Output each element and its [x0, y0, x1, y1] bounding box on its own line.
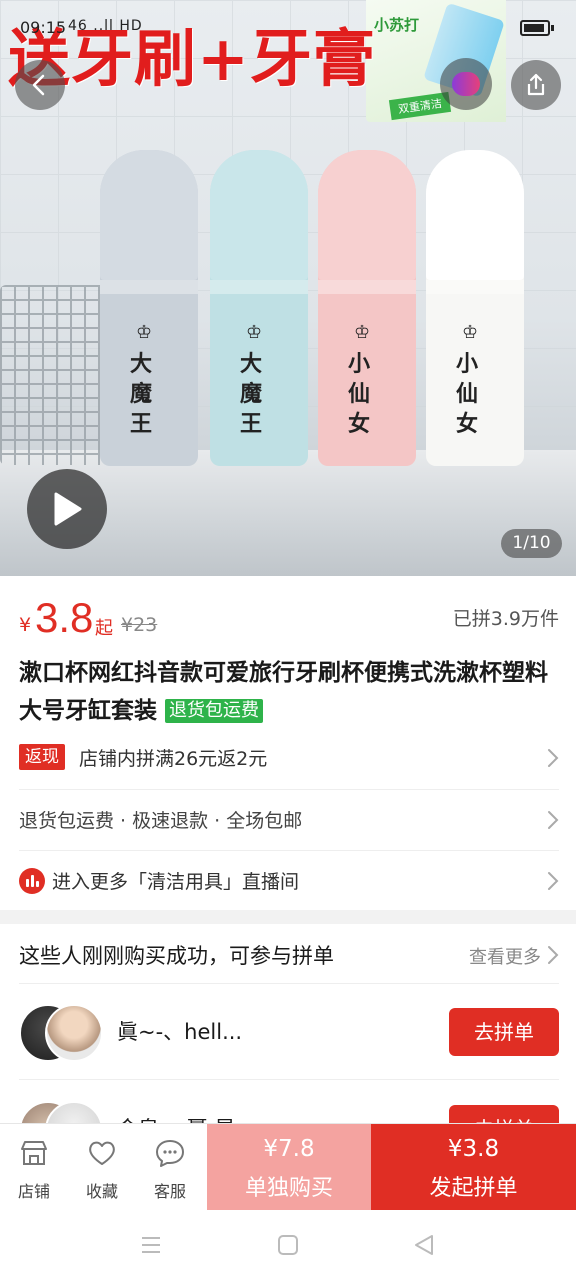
crown-icon: ♔: [462, 322, 479, 343]
cashback-text: 店铺内拼满26元返2元: [79, 748, 268, 770]
free-return-tag: 退货包运费: [165, 699, 264, 723]
alone-price: ¥7.8: [263, 1136, 315, 1162]
share-button[interactable]: [511, 60, 561, 110]
alone-label: 单独购买: [244, 1176, 333, 1201]
original-price: ¥23: [121, 614, 158, 636]
cup-grey: ♔ 大魔王: [100, 150, 198, 466]
mascot-button[interactable]: [440, 58, 492, 110]
cashback-row[interactable]: 返现 店铺内拼满26元返2元: [19, 728, 559, 788]
price-row: ¥ 3.8 起 ¥23 已拼3.9万件: [19, 594, 559, 644]
chevron-right-icon: [548, 946, 559, 964]
buyer-name: 眞~-、hell...: [117, 1020, 243, 1044]
chat-bubble-icon: [156, 1140, 184, 1167]
join-group-button[interactable]: 去拼单: [449, 1008, 559, 1056]
cashback-tag: 返现: [19, 744, 65, 770]
cup-white: ♔ 小仙女: [426, 150, 524, 466]
buy-alone-button[interactable]: ¥7.8 单独购买: [207, 1124, 371, 1211]
crown-icon: ♔: [136, 322, 153, 343]
play-video-button[interactable]: [27, 469, 107, 549]
live-stream-icon: [19, 868, 45, 894]
crown-icon: ♔: [354, 322, 371, 343]
customer-service-label: 客服: [153, 1182, 186, 1201]
favorite-button[interactable]: 收藏: [68, 1124, 136, 1211]
customer-service-button[interactable]: 客服: [136, 1124, 204, 1211]
status-bar: 09:15 46 ..ll HD: [0, 0, 576, 56]
product-cups: ♔ 大魔王 ♔ 大魔王 ♔ 小仙女 ♔ 小仙女: [100, 150, 530, 470]
group-price: 3.8: [35, 594, 94, 641]
store-label: 店铺: [17, 1182, 50, 1201]
back-triangle-icon[interactable]: [413, 1234, 435, 1256]
cup-label: 小仙女: [347, 352, 370, 437]
cup-label: 小仙女: [455, 352, 478, 437]
avatar: [45, 1004, 103, 1062]
cup-blue: ♔ 大魔王: [210, 150, 308, 466]
chevron-right-icon: [548, 872, 559, 890]
join-group-button[interactable]: 去拼单: [449, 1105, 559, 1124]
battery-icon: [520, 20, 554, 36]
product-info-section: ¥ 3.8 起 ¥23 已拼3.9万件 漱口杯网红抖音款可爱旅行牙刷杯便携式洗漱…: [0, 576, 576, 910]
menu-icon[interactable]: [140, 1234, 162, 1256]
chevron-right-icon: [548, 749, 559, 767]
cup-label: 大魔王: [239, 352, 262, 437]
mascot-icon: [452, 72, 480, 96]
play-icon: [54, 492, 82, 526]
store-icon: [21, 1141, 47, 1165]
crown-icon: ♔: [246, 322, 263, 343]
sold-count: 已拼3.9万件: [452, 608, 559, 630]
product-title: 漱口杯网红抖音款可爱旅行牙刷杯便携式洗漱杯塑料大号牙缸套装 退货包运费: [19, 654, 559, 730]
back-arrow-icon: [32, 74, 45, 96]
promo-box-tag: 双重清洁: [388, 91, 452, 121]
system-navigation-bar: [0, 1210, 576, 1280]
image-counter: 1/10: [501, 529, 562, 558]
share-icon: [527, 73, 545, 96]
live-room-text: 进入更多「清洁用具」直播间: [52, 871, 300, 893]
cup-label: 大魔王: [129, 352, 152, 437]
product-title-text: 漱口杯网红抖音款可爱旅行牙刷杯便携式洗漱杯塑料大号牙缸套装: [19, 660, 548, 724]
see-more-link[interactable]: 查看更多: [469, 943, 541, 969]
home-icon[interactable]: [277, 1234, 299, 1256]
group-label: 发起拼单: [429, 1176, 518, 1201]
network-indicator: 46 ..ll HD: [68, 18, 143, 34]
group-buy-header: 这些人刚刚购买成功，可参与拼单 查看更多: [19, 924, 559, 984]
currency-symbol: ¥: [19, 614, 32, 636]
service-row[interactable]: 退货包运费 · 极速退款 · 全场包邮: [19, 789, 559, 849]
live-room-row[interactable]: 进入更多「清洁用具」直播间: [19, 850, 559, 910]
buyer-row: 眞~-、hell... 去拼单: [19, 984, 559, 1080]
start-group-button[interactable]: ¥3.8 发起拼单: [371, 1124, 576, 1211]
price-suffix: 起: [95, 618, 113, 639]
back-button[interactable]: [15, 60, 65, 110]
group-price-label: ¥3.8: [447, 1136, 500, 1162]
heart-icon: [89, 1141, 115, 1165]
group-buy-section: 这些人刚刚购买成功，可参与拼单 查看更多 眞~-、hell... 去拼单 含泉 …: [0, 924, 576, 1124]
store-button[interactable]: 店铺: [0, 1124, 68, 1211]
group-buy-heading: 这些人刚刚购买成功，可参与拼单: [19, 944, 334, 968]
chevron-right-icon: [548, 811, 559, 829]
status-time: 09:15: [20, 18, 67, 37]
favorite-label: 收藏: [85, 1182, 118, 1201]
cup-pink: ♔ 小仙女: [318, 150, 416, 466]
bottom-action-bar: 店铺 收藏 客服 ¥7.8 单独购买 ¥3.8 发起拼单: [0, 1123, 576, 1211]
service-guarantees: 退货包运费 · 极速退款 · 全场包邮: [19, 810, 303, 832]
product-image-carousel[interactable]: ♔ 大魔王 ♔ 大魔王 ♔ 小仙女 ♔ 小仙女 小苏打 双重清洁 送牙刷+牙膏 …: [0, 0, 576, 576]
buyer-row: 含泉 、聂 是 去拼单: [19, 1081, 559, 1124]
